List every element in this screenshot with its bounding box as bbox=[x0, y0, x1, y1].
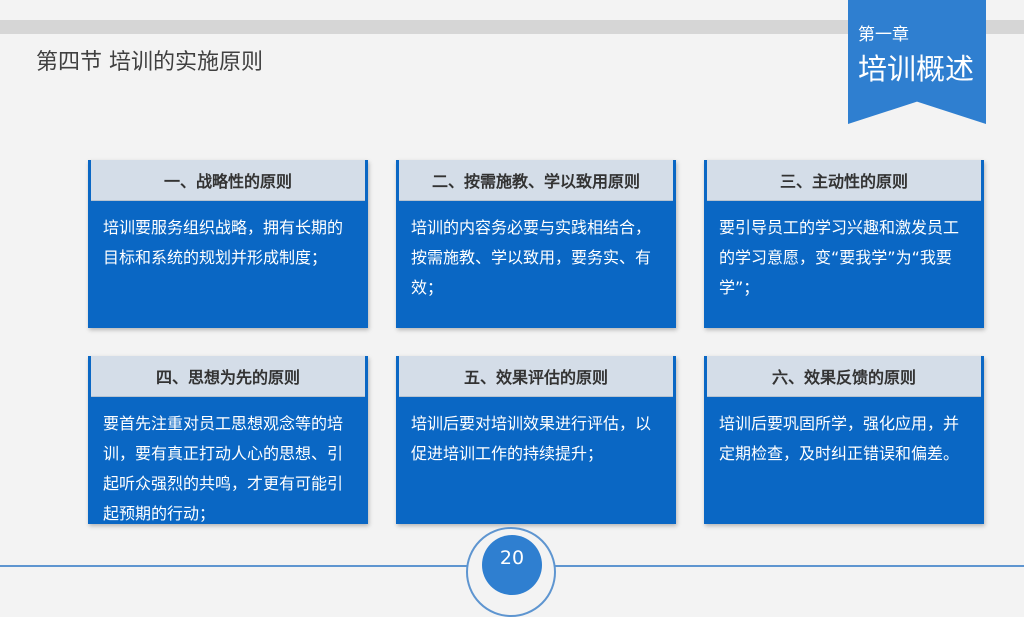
card-title: 五、效果评估的原则 bbox=[399, 356, 673, 397]
principle-card-thought-first: 四、思想为先的原则 要首先注重对员工思想观念等的培训，要有真正打动人心的思想、引… bbox=[88, 356, 368, 524]
card-body: 培训的内容务必要与实践相结合，按需施教、学以致用，要务实、有效； bbox=[411, 218, 652, 297]
principle-card-on-demand: 二、按需施教、学以致用原则 培训的内容务必要与实践相结合，按需施教、学以致用，要… bbox=[396, 160, 676, 328]
principle-card-initiative: 三、主动性的原则 要引导员工的学习兴趣和激发员工的学习意愿，变“要我学”为“我要… bbox=[704, 160, 984, 328]
page-number: 20 bbox=[499, 547, 525, 569]
card-body: 要引导员工的学习兴趣和激发员工的学习意愿，变“要我学”为“我要学”； bbox=[719, 218, 960, 297]
card-body: 培训后要对培训效果进行评估，以促进培训工作的持续提升； bbox=[411, 414, 652, 463]
chapter-name: 培训概述 bbox=[858, 52, 975, 86]
card-body: 培训后要巩固所学，强化应用，并定期检查，及时纠正错误和偏差。 bbox=[719, 414, 960, 463]
principle-card-evaluation: 五、效果评估的原则 培训后要对培训效果进行评估，以促进培训工作的持续提升； bbox=[396, 356, 676, 524]
principle-card-strategic: 一、战略性的原则 培训要服务组织战略，拥有长期的目标和系统的规划并形成制度； bbox=[88, 160, 368, 328]
card-body: 培训要服务组织战略，拥有长期的目标和系统的规划并形成制度； bbox=[103, 218, 344, 267]
chapter-label: 第一章 bbox=[858, 25, 909, 45]
card-title: 六、效果反馈的原则 bbox=[707, 356, 981, 397]
card-body: 要首先注重对员工思想观念等的培训，要有真正打动人心的思想、引起听众强烈的共鸣，才… bbox=[103, 414, 344, 523]
principle-card-feedback: 六、效果反馈的原则 培训后要巩固所学，强化应用，并定期检查，及时纠正错误和偏差。 bbox=[704, 356, 984, 524]
card-title: 四、思想为先的原则 bbox=[91, 356, 365, 397]
card-title: 三、主动性的原则 bbox=[707, 160, 981, 201]
card-title: 一、战略性的原则 bbox=[91, 160, 365, 201]
card-title: 二、按需施教、学以致用原则 bbox=[399, 160, 673, 201]
section-title: 第四节 培训的实施原则 bbox=[36, 50, 263, 75]
chapter-banner: 第一章 培训概述 bbox=[848, 0, 986, 124]
